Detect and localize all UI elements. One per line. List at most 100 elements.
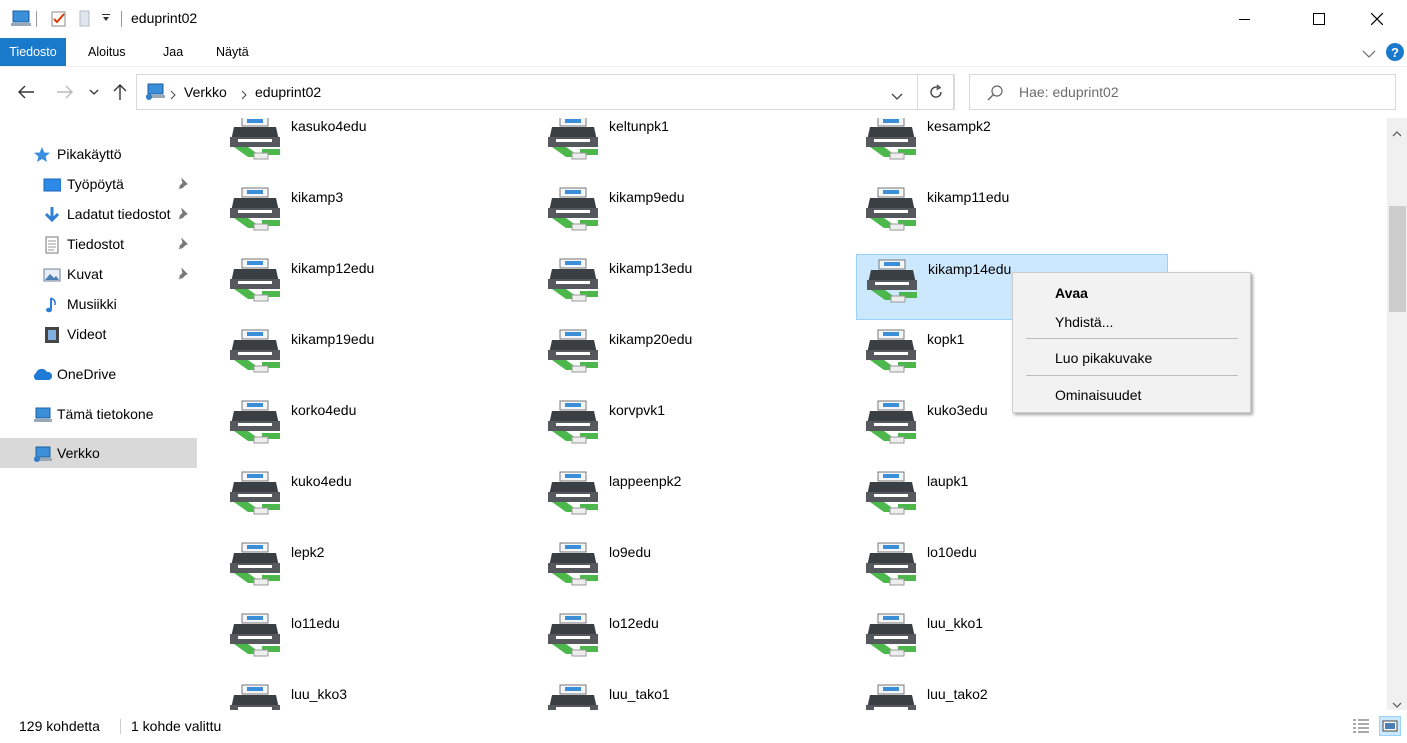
large-icons-view-icon[interactable] <box>1379 716 1401 736</box>
computer-icon[interactable] <box>10 10 32 28</box>
printer-icon <box>546 470 602 519</box>
printer-icon <box>228 541 284 590</box>
context-menu: Avaa Yhdistä... Luo pikakuvake Ominaisuu… <box>1012 272 1251 413</box>
refresh-icon <box>930 84 942 98</box>
navigation-bar: Verkko eduprint02 Hae: eduprint02 <box>0 66 1407 119</box>
properties-icon[interactable] <box>50 10 68 28</box>
pictures-icon <box>43 266 61 284</box>
minimize-button[interactable] <box>1222 0 1268 38</box>
printer-item[interactable]: korko4edu <box>220 396 532 462</box>
search-box[interactable]: Hae: eduprint02 <box>969 74 1396 110</box>
tab-tiedosto[interactable]: Tiedosto <box>0 38 66 66</box>
up-button[interactable] <box>110 79 130 105</box>
music-icon <box>43 296 61 314</box>
address-bar[interactable]: Verkko eduprint02 <box>136 74 954 110</box>
printer-name: lo11edu <box>291 615 340 631</box>
printer-icon <box>864 612 920 661</box>
printer-name: kopk1 <box>927 331 965 347</box>
printer-item[interactable]: laupk1 <box>856 467 1168 533</box>
sidebar-item-label: Kuvat <box>67 266 103 282</box>
sidebar-item-music[interactable]: Musiikki <box>0 289 197 319</box>
sidebar-item-downloads[interactable]: Ladatut tiedostot <box>0 199 197 229</box>
menu-item-create-shortcut[interactable]: Luo pikakuvake <box>1055 350 1152 366</box>
printer-icon <box>228 683 284 710</box>
printer-item[interactable]: luu_tako2 <box>856 680 1168 710</box>
printer-item[interactable]: kikamp20edu <box>538 325 850 391</box>
printer-item[interactable]: korvpvk1 <box>538 396 850 462</box>
printer-icon <box>546 186 602 235</box>
sidebar-item-pictures[interactable]: Kuvat <box>0 259 197 289</box>
title-divider <box>121 11 122 27</box>
tab-aloitus[interactable]: Aloitus <box>79 38 135 66</box>
printer-item[interactable]: keltunpk1 <box>538 118 850 178</box>
printer-icon <box>864 470 920 519</box>
sidebar-item-documents[interactable]: Tiedostot <box>0 229 197 259</box>
sidebar-item-this-pc[interactable]: Tämä tietokone <box>0 399 197 429</box>
sidebar-item-videos[interactable]: Videot <box>0 319 197 349</box>
details-view-icon[interactable] <box>1352 718 1370 737</box>
pin-icon[interactable] <box>178 267 190 283</box>
printer-item[interactable]: lo9edu <box>538 538 850 604</box>
printer-name: kikamp14edu <box>928 261 1012 277</box>
status-bar: 129 kohdetta 1 kohde valittu <box>0 710 1407 743</box>
pin-icon[interactable] <box>178 237 190 253</box>
printer-item[interactable]: kasuko4edu <box>220 118 532 178</box>
recent-locations-button[interactable] <box>86 79 102 105</box>
printer-item[interactable]: kikamp9edu <box>538 183 850 249</box>
maximize-button[interactable] <box>1296 0 1342 38</box>
refresh-button[interactable] <box>917 74 955 110</box>
videos-icon <box>43 326 61 344</box>
pin-icon[interactable] <box>178 177 190 193</box>
printer-item[interactable]: lo11edu <box>220 609 532 675</box>
new-folder-icon[interactable] <box>78 10 92 28</box>
cloud-icon <box>31 366 53 384</box>
printer-name: kikamp20edu <box>609 331 693 347</box>
tab-nayta[interactable]: Näytä <box>207 38 258 66</box>
printer-name: lepk2 <box>291 544 325 560</box>
tab-jaa[interactable]: Jaa <box>154 38 192 66</box>
breadcrumb-verkko[interactable]: Verkko <box>184 84 227 100</box>
printer-item[interactable]: kikamp3 <box>220 183 532 249</box>
scroll-up-icon[interactable] <box>1392 124 1402 140</box>
printer-item[interactable]: kikamp13edu <box>538 254 850 320</box>
printer-item[interactable]: luu_kko1 <box>856 609 1168 675</box>
breadcrumb-chevron-icon <box>241 87 248 103</box>
printer-item[interactable]: kikamp12edu <box>220 254 532 320</box>
printer-icon <box>228 399 284 448</box>
help-icon[interactable]: ? <box>1385 42 1405 65</box>
printer-name: lo12edu <box>609 615 659 631</box>
printer-item[interactable]: kuko4edu <box>220 467 532 533</box>
sidebar-item-label: Tämä tietokone <box>57 406 154 422</box>
printer-name: kesampk2 <box>927 118 991 134</box>
printer-name: kikamp11edu <box>927 189 1010 205</box>
printer-item[interactable]: lo12edu <box>538 609 850 675</box>
sidebar-item-label: Musiikki <box>67 296 117 312</box>
search-input[interactable]: Hae: eduprint02 <box>1019 84 1119 100</box>
sidebar-item-desktop[interactable]: Työpöytä <box>0 169 197 199</box>
printer-item[interactable]: luu_kko3 <box>220 680 532 710</box>
printer-item[interactable]: kesampk2 <box>856 118 1168 178</box>
printer-item[interactable]: kikamp19edu <box>220 325 532 391</box>
forward-button[interactable] <box>53 79 77 105</box>
menu-item-connect[interactable]: Yhdistä... <box>1055 314 1113 330</box>
ribbon: Tiedosto Aloitus Jaa Näytä ? <box>0 38 1407 66</box>
menu-item-open[interactable]: Avaa <box>1055 285 1088 301</box>
expand-ribbon-icon[interactable] <box>1362 46 1376 62</box>
back-button[interactable] <box>14 79 38 105</box>
printer-item[interactable]: luu_tako1 <box>538 680 850 710</box>
sidebar-item-quick-access[interactable]: Pikakäyttö <box>0 139 197 169</box>
pin-icon[interactable] <box>178 207 190 223</box>
printer-item[interactable]: lepk2 <box>220 538 532 604</box>
printer-icon <box>228 470 284 519</box>
printer-item[interactable]: lappeenpk2 <box>538 467 850 533</box>
breadcrumb-eduprint02[interactable]: eduprint02 <box>255 84 321 100</box>
sidebar-item-onedrive[interactable]: OneDrive <box>0 359 197 389</box>
address-dropdown-icon[interactable] <box>891 88 903 104</box>
printer-item[interactable]: kikamp11edu <box>856 183 1168 249</box>
scroll-thumb[interactable] <box>1389 206 1406 312</box>
qa-customize-icon[interactable] <box>101 13 111 31</box>
printer-item[interactable]: lo10edu <box>856 538 1168 604</box>
sidebar-item-network[interactable]: Verkko <box>0 438 197 468</box>
close-button[interactable] <box>1354 0 1400 38</box>
menu-item-properties[interactable]: Ominaisuudet <box>1055 387 1141 403</box>
